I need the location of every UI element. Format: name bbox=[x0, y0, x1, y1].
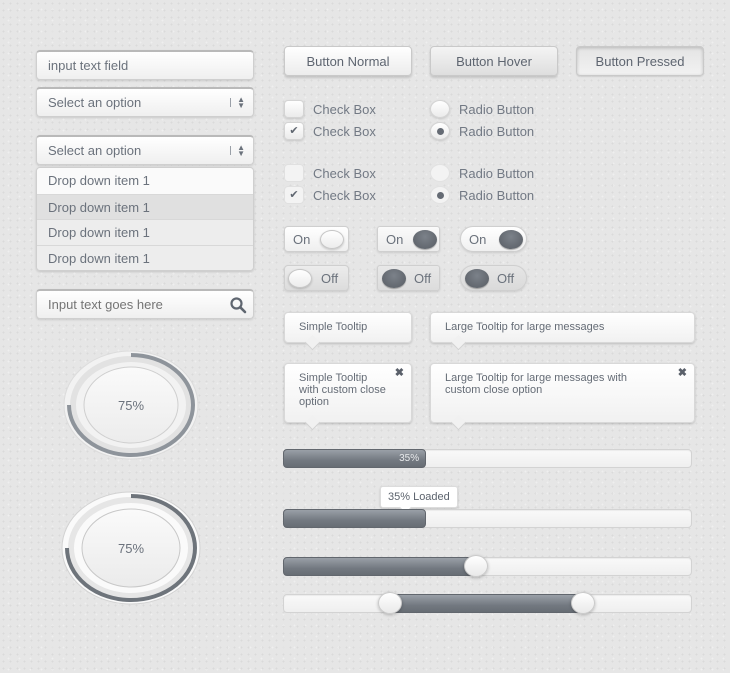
toggle-label: On bbox=[469, 232, 487, 247]
dropdown-list: Drop down item 1 Drop down item 1 Drop d… bbox=[36, 167, 254, 271]
large-tooltip: Large Tooltip for large messages bbox=[430, 312, 695, 343]
slider-fill bbox=[283, 557, 476, 576]
slider-handle[interactable] bbox=[464, 555, 489, 577]
circular-progress: 75% bbox=[61, 490, 201, 607]
checkbox-label: Check Box bbox=[313, 101, 376, 117]
checkbox-option[interactable]: Check Box bbox=[284, 164, 376, 182]
range-slider[interactable] bbox=[283, 592, 692, 614]
button-normal[interactable]: Button Normal bbox=[284, 46, 412, 76]
progress-bar-with-tooltip bbox=[283, 509, 692, 528]
dropdown-item[interactable]: Drop down item 1 bbox=[37, 168, 253, 194]
toggle-knob[interactable] bbox=[382, 269, 406, 288]
select-dropdown-open[interactable]: Select an option ▲ ▼ bbox=[36, 135, 254, 165]
progress-fill bbox=[283, 509, 427, 528]
checkbox[interactable] bbox=[284, 100, 304, 118]
simple-tooltip: Simple Tooltip bbox=[284, 312, 412, 343]
checkbox-label: Check Box bbox=[313, 187, 376, 203]
toggle-knob[interactable] bbox=[499, 230, 523, 249]
range-handle-high[interactable] bbox=[570, 592, 595, 614]
circular-progress: 75% bbox=[62, 349, 200, 461]
dropdown-item[interactable]: Drop down item 1 bbox=[37, 193, 253, 219]
toggle-on[interactable]: On bbox=[284, 226, 349, 252]
select-arrows: ▲ ▼ bbox=[230, 89, 245, 116]
radio-dot-icon bbox=[437, 192, 444, 199]
checkmark-icon[interactable]: ✔ bbox=[284, 122, 304, 140]
up-down-arrows-icon: ▲ ▼ bbox=[237, 94, 245, 110]
circular-progress-label: 75% bbox=[117, 541, 145, 556]
slider[interactable] bbox=[283, 555, 692, 577]
search-input[interactable] bbox=[48, 291, 218, 318]
toggle-label: Off bbox=[414, 271, 432, 286]
progress-label: 35% bbox=[399, 453, 420, 464]
toggle-knob[interactable] bbox=[320, 230, 344, 249]
search-field[interactable] bbox=[36, 289, 254, 319]
button-pressed[interactable]: Button Pressed bbox=[576, 46, 704, 76]
progress-fill: 35% bbox=[283, 449, 427, 468]
toggle-label: On bbox=[293, 232, 311, 247]
checkbox-option[interactable]: ✔ Check Box bbox=[284, 186, 376, 204]
checkbox-option[interactable]: Check Box bbox=[284, 100, 376, 118]
checkbox-label: Check Box bbox=[313, 123, 376, 139]
toggle-label: On bbox=[386, 232, 404, 247]
radio-label: Radio Button bbox=[459, 165, 535, 181]
select-value: Select an option bbox=[48, 143, 142, 158]
radio-button[interactable] bbox=[430, 164, 450, 182]
close-icon[interactable]: ✖ bbox=[395, 367, 404, 379]
simple-tooltip-closable: Simple Tooltip with custom close option … bbox=[284, 363, 412, 423]
range-fill bbox=[390, 594, 583, 613]
toggle-off[interactable]: Off bbox=[460, 265, 527, 291]
checkbox-option[interactable]: ✔ Check Box bbox=[284, 122, 376, 140]
select-value: Select an option bbox=[48, 95, 142, 110]
checkbox-label: Check Box bbox=[313, 165, 376, 181]
toggle-knob[interactable] bbox=[413, 230, 437, 249]
toggle-off[interactable]: Off bbox=[377, 265, 440, 291]
tooltip-text: Large Tooltip for large messages with cu… bbox=[445, 372, 628, 396]
tooltip-text: Simple Tooltip with custom close option bbox=[299, 372, 386, 408]
large-tooltip-closable: Large Tooltip for large messages with cu… bbox=[430, 363, 695, 423]
radio-label: Radio Button bbox=[459, 123, 535, 139]
tooltip-text: Simple Tooltip bbox=[299, 321, 368, 333]
search-icon[interactable] bbox=[229, 296, 247, 314]
progress-tooltip: 35% Loaded bbox=[380, 486, 458, 508]
toggle-knob[interactable] bbox=[288, 269, 312, 288]
toggle-off[interactable]: Off bbox=[284, 265, 349, 291]
button-hover[interactable]: Button Hover bbox=[430, 46, 558, 76]
separator bbox=[230, 146, 232, 155]
toggle-on[interactable]: On bbox=[460, 226, 527, 252]
toggle-on[interactable]: On bbox=[377, 226, 440, 252]
dropdown-item[interactable]: Drop down item 1 bbox=[37, 219, 253, 245]
radio-dot-icon bbox=[437, 128, 444, 135]
toggle-knob[interactable] bbox=[465, 269, 489, 288]
radio-button[interactable] bbox=[430, 186, 450, 204]
up-down-arrows-icon: ▲ ▼ bbox=[237, 142, 245, 158]
radio-button[interactable] bbox=[430, 100, 450, 118]
radio-label: Radio Button bbox=[459, 101, 535, 117]
toggle-label: Off bbox=[497, 271, 515, 286]
radio-label: Radio Button bbox=[459, 187, 535, 203]
progress-bar: 35% bbox=[283, 449, 692, 468]
close-icon[interactable]: ✖ bbox=[678, 367, 687, 379]
radio-button[interactable] bbox=[430, 122, 450, 140]
dropdown-item[interactable]: Drop down item 1 bbox=[37, 244, 253, 270]
select-arrows: ▲ ▼ bbox=[230, 137, 245, 164]
radio-option[interactable]: Radio Button bbox=[430, 186, 534, 204]
separator bbox=[230, 98, 232, 107]
radio-option[interactable]: Radio Button bbox=[430, 100, 534, 118]
circular-progress-label: 75% bbox=[117, 398, 145, 413]
radio-option[interactable]: Radio Button bbox=[430, 164, 534, 182]
tooltip-text: Large Tooltip for large messages bbox=[445, 321, 605, 333]
text-input[interactable] bbox=[48, 52, 218, 79]
toggle-label: Off bbox=[321, 271, 339, 286]
radio-option[interactable]: Radio Button bbox=[430, 122, 534, 140]
checkbox[interactable] bbox=[284, 164, 304, 182]
select-dropdown[interactable]: Select an option ▲ ▼ bbox=[36, 87, 254, 117]
checkmark-icon[interactable]: ✔ bbox=[284, 186, 304, 204]
text-input-field[interactable] bbox=[36, 50, 254, 80]
